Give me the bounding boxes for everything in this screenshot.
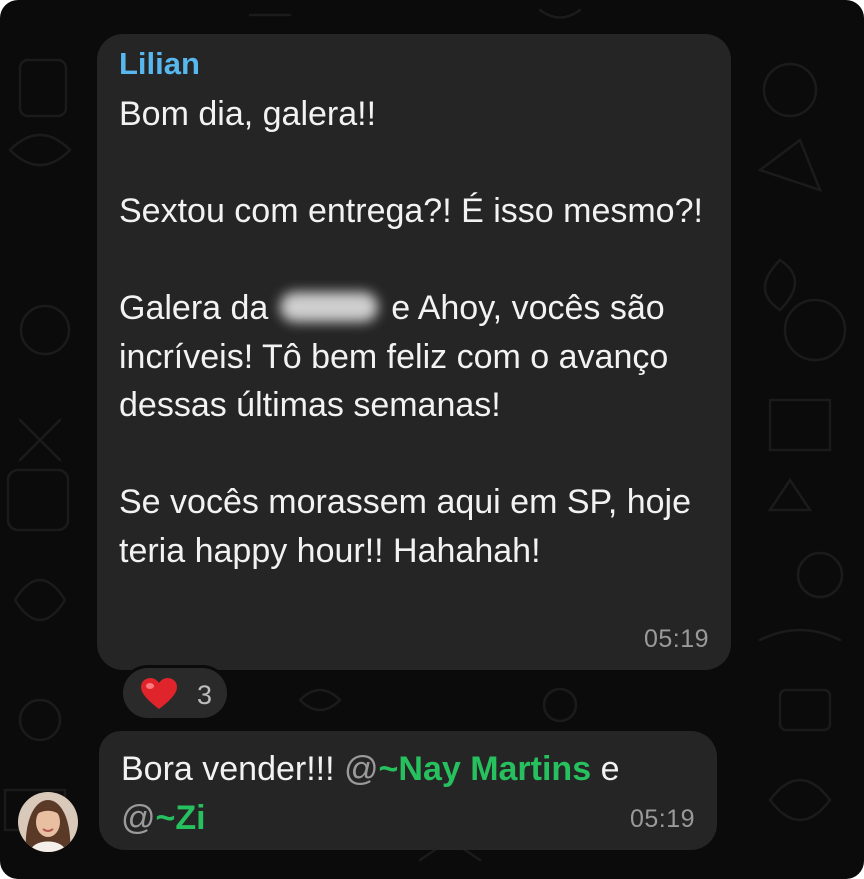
message-line: Bom dia, galera!! (119, 95, 377, 133)
message-timestamp: 05:19 (629, 805, 695, 833)
message-line: Se vocês morassem aqui em SP, hoje teria… (119, 483, 691, 570)
message-bubble[interactable]: Bora vender!!! @~Nay Martins e @~Zi 05:1… (99, 731, 717, 850)
message-text: Bom dia, galera!! Sextou com entrega?! É… (119, 90, 709, 575)
mention-at: @ (121, 798, 156, 837)
avatar-image (18, 792, 78, 852)
avatar[interactable] (18, 792, 78, 852)
message-bubble[interactable]: Lilian Bom dia, galera!! Sextou com entr… (97, 34, 731, 670)
message-segment: Bora vender!!! (121, 750, 335, 788)
heart-icon (141, 678, 177, 709)
redacted-text (279, 292, 378, 323)
message-line: Galera da e Ahoy, vocês são incríveis! T… (119, 284, 709, 430)
reaction-count: 3 (197, 680, 213, 710)
reaction-pill[interactable]: 3 (120, 665, 230, 721)
mention-nay-martins[interactable]: ~Nay Martins (379, 750, 592, 788)
sender-name[interactable]: Lilian (119, 46, 200, 82)
message-segment: e (600, 750, 620, 788)
mention-at: @ (344, 750, 379, 788)
message-line: Sextou com entrega?! É isso mesmo?! (119, 192, 703, 230)
mention-zi[interactable]: ~Zi (156, 799, 206, 837)
message-segment: Galera da (119, 289, 269, 327)
chat-view: Lilian Bom dia, galera!! Sextou com entr… (0, 0, 864, 879)
message-timestamp: 05:19 (643, 625, 709, 653)
message-text: Bora vender!!! @~Nay Martins e @~Zi (121, 745, 701, 842)
